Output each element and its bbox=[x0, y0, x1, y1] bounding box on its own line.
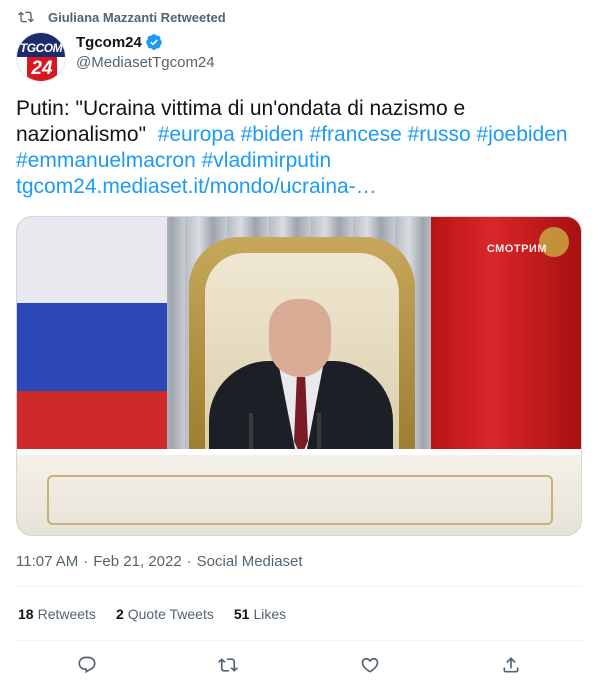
meta-separator: · bbox=[83, 553, 89, 570]
like-icon bbox=[361, 657, 379, 673]
hashtag-europa[interactable]: #europa bbox=[158, 123, 235, 146]
verified-badge-icon bbox=[145, 34, 162, 50]
tweet-stats: 18 Retweets 2 Quote Tweets 51 Likes bbox=[18, 606, 306, 622]
display-name[interactable]: Tgcom24 bbox=[76, 34, 142, 51]
reply-icon bbox=[78, 656, 96, 674]
hashtag-biden[interactable]: #biden bbox=[241, 123, 304, 146]
divider bbox=[16, 586, 582, 587]
avatar[interactable]: TGCOM 24 bbox=[16, 32, 66, 82]
retweet-icon bbox=[18, 11, 34, 23]
divider bbox=[16, 640, 582, 641]
share-button[interactable] bbox=[494, 650, 528, 680]
retweets-count: 18 bbox=[18, 606, 34, 622]
hashtag-russo[interactable]: #russo bbox=[408, 123, 471, 146]
retweet-button[interactable] bbox=[211, 650, 245, 680]
share-icon bbox=[503, 657, 519, 673]
handle[interactable]: @MediasetTgcom24 bbox=[76, 54, 215, 71]
likes-stat[interactable]: 51 Likes bbox=[234, 606, 286, 622]
retweets-stat[interactable]: 18 Retweets bbox=[18, 606, 96, 622]
tweet-source[interactable]: Social Mediaset bbox=[197, 553, 303, 570]
hashtag-vladimirputin[interactable]: #vladimirputin bbox=[202, 149, 332, 172]
action-bar bbox=[16, 650, 582, 680]
retweeted-by-label[interactable]: Giuliana Mazzanti Retweeted bbox=[48, 10, 226, 25]
article-link[interactable]: tgcom24.mediaset.it/mondo/ucraina-… bbox=[16, 175, 377, 198]
quote-tweets-label: Quote Tweets bbox=[127, 606, 214, 622]
russian-flag bbox=[17, 217, 167, 477]
tweet-date[interactable]: Feb 21, 2022 bbox=[93, 553, 181, 570]
tweet-time[interactable]: 11:07 AM bbox=[16, 553, 78, 570]
tweet-media-image[interactable]: СМОТРИМ bbox=[16, 216, 582, 536]
meta-separator: · bbox=[186, 553, 192, 570]
quote-tweets-count: 2 bbox=[115, 606, 124, 622]
retweets-label: Retweets bbox=[37, 606, 96, 622]
channel-watermark: СМОТРИМ bbox=[486, 243, 547, 255]
hashtag-emmanuelmacron[interactable]: #emmanuelmacron bbox=[16, 149, 196, 172]
microphone bbox=[317, 413, 321, 453]
hashtag-joebiden[interactable]: #joebiden bbox=[476, 123, 567, 146]
tweet-meta: 11:07 AM · Feb 21, 2022 · Social Mediase… bbox=[16, 553, 303, 570]
avatar-logo-text: TGCOM bbox=[19, 41, 63, 55]
microphone bbox=[249, 413, 253, 453]
likes-count: 51 bbox=[233, 606, 250, 622]
avatar-logo-number: 24 bbox=[31, 58, 53, 79]
likes-label: Likes bbox=[253, 606, 287, 622]
retweet-header: Giuliana Mazzanti Retweeted bbox=[18, 8, 226, 26]
reply-button[interactable] bbox=[70, 650, 104, 680]
like-button[interactable] bbox=[353, 650, 387, 680]
hashtag-francese[interactable]: #francese bbox=[310, 123, 402, 146]
author-block: Tgcom24 @MediasetTgcom24 bbox=[76, 32, 215, 72]
tweet-text: Putin: "Ucraina vittima di un'ondata di … bbox=[16, 96, 582, 200]
retweet-icon bbox=[218, 658, 239, 672]
quote-tweets-stat[interactable]: 2 Quote Tweets bbox=[116, 606, 214, 622]
